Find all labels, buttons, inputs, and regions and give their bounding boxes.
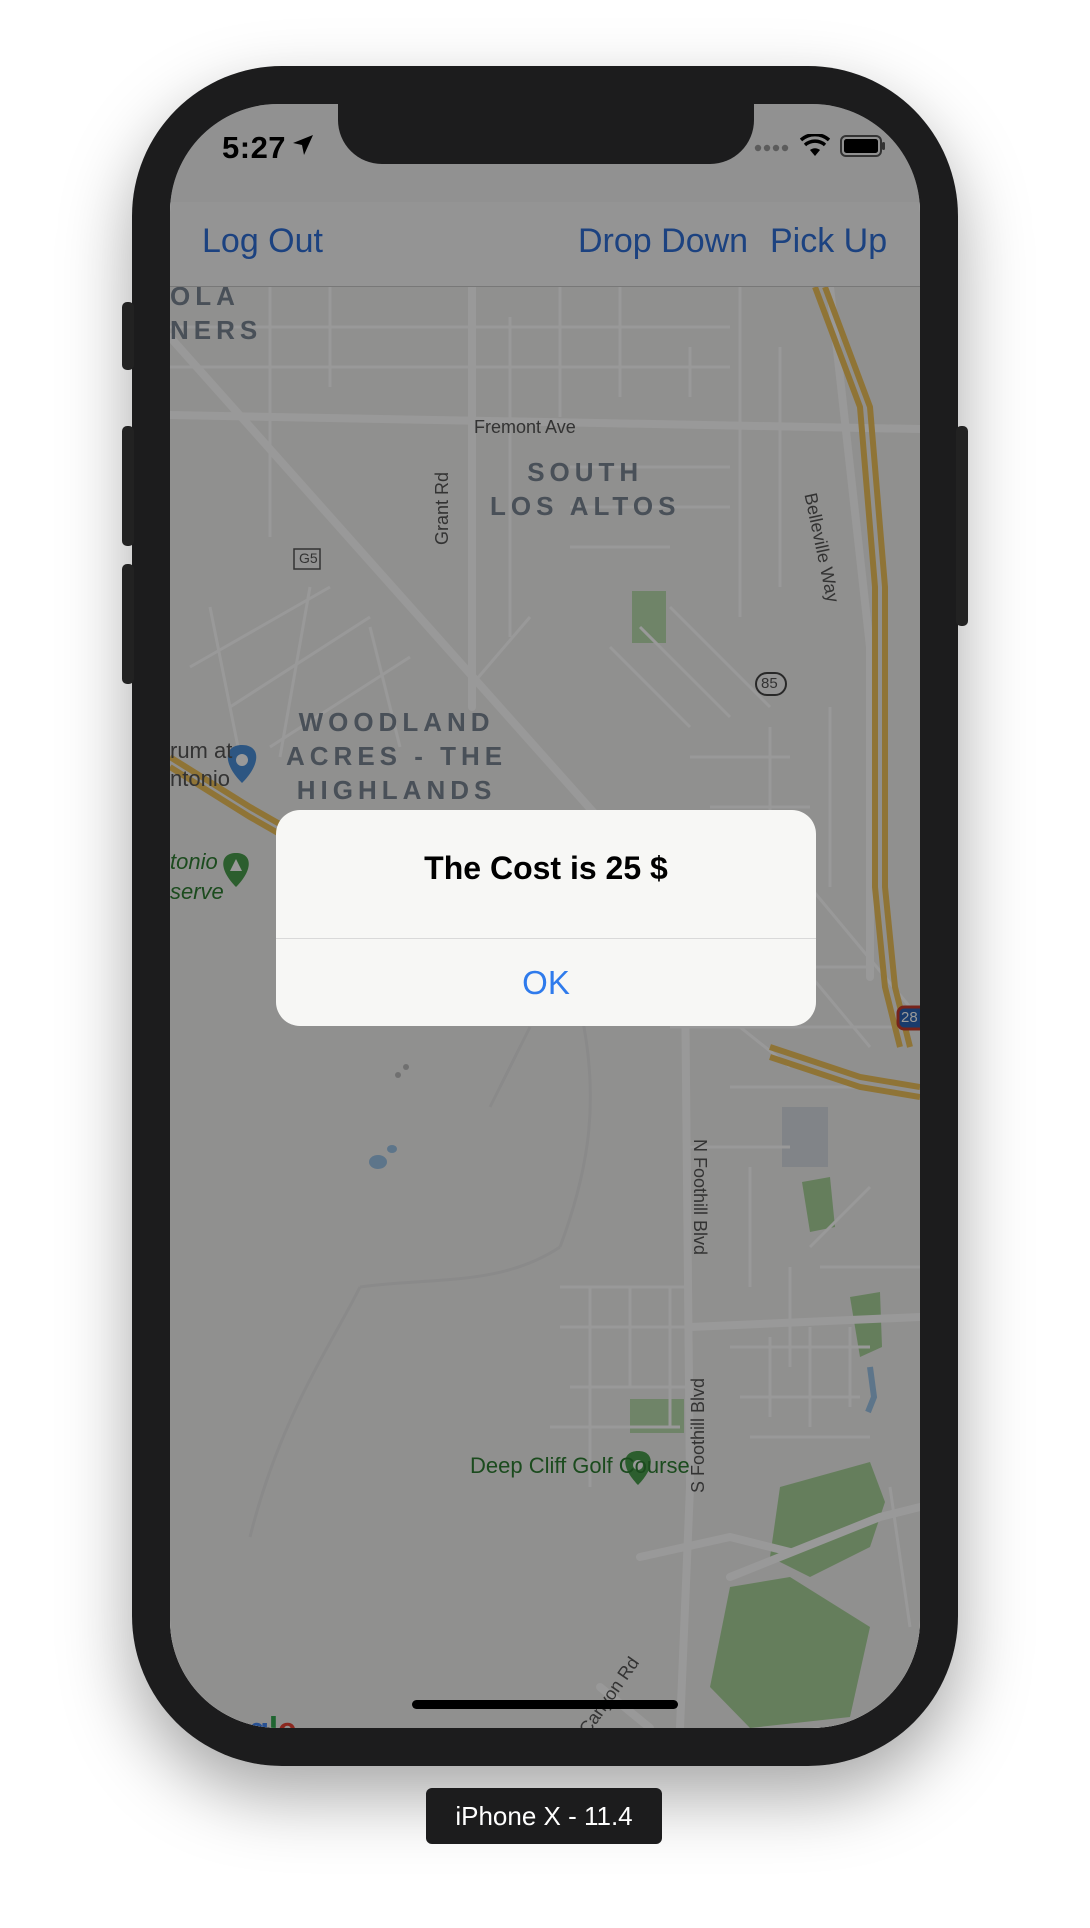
device-screen: 5:27 Log Out Drop Down Pick Up OLA NERS …: [170, 104, 920, 1728]
cost-alert-dialog: The Cost is 25 $ OK: [276, 810, 816, 1026]
device-notch: [338, 104, 754, 164]
alert-title: The Cost is 25 $: [424, 850, 668, 886]
simulator-device-label: iPhone X - 11.4: [426, 1788, 662, 1844]
volume-up-button: [122, 426, 134, 546]
mute-switch: [122, 302, 134, 370]
power-button: [956, 426, 968, 626]
home-indicator[interactable]: [412, 1700, 678, 1709]
alert-ok-button[interactable]: OK: [276, 939, 816, 1026]
volume-down-button: [122, 564, 134, 684]
